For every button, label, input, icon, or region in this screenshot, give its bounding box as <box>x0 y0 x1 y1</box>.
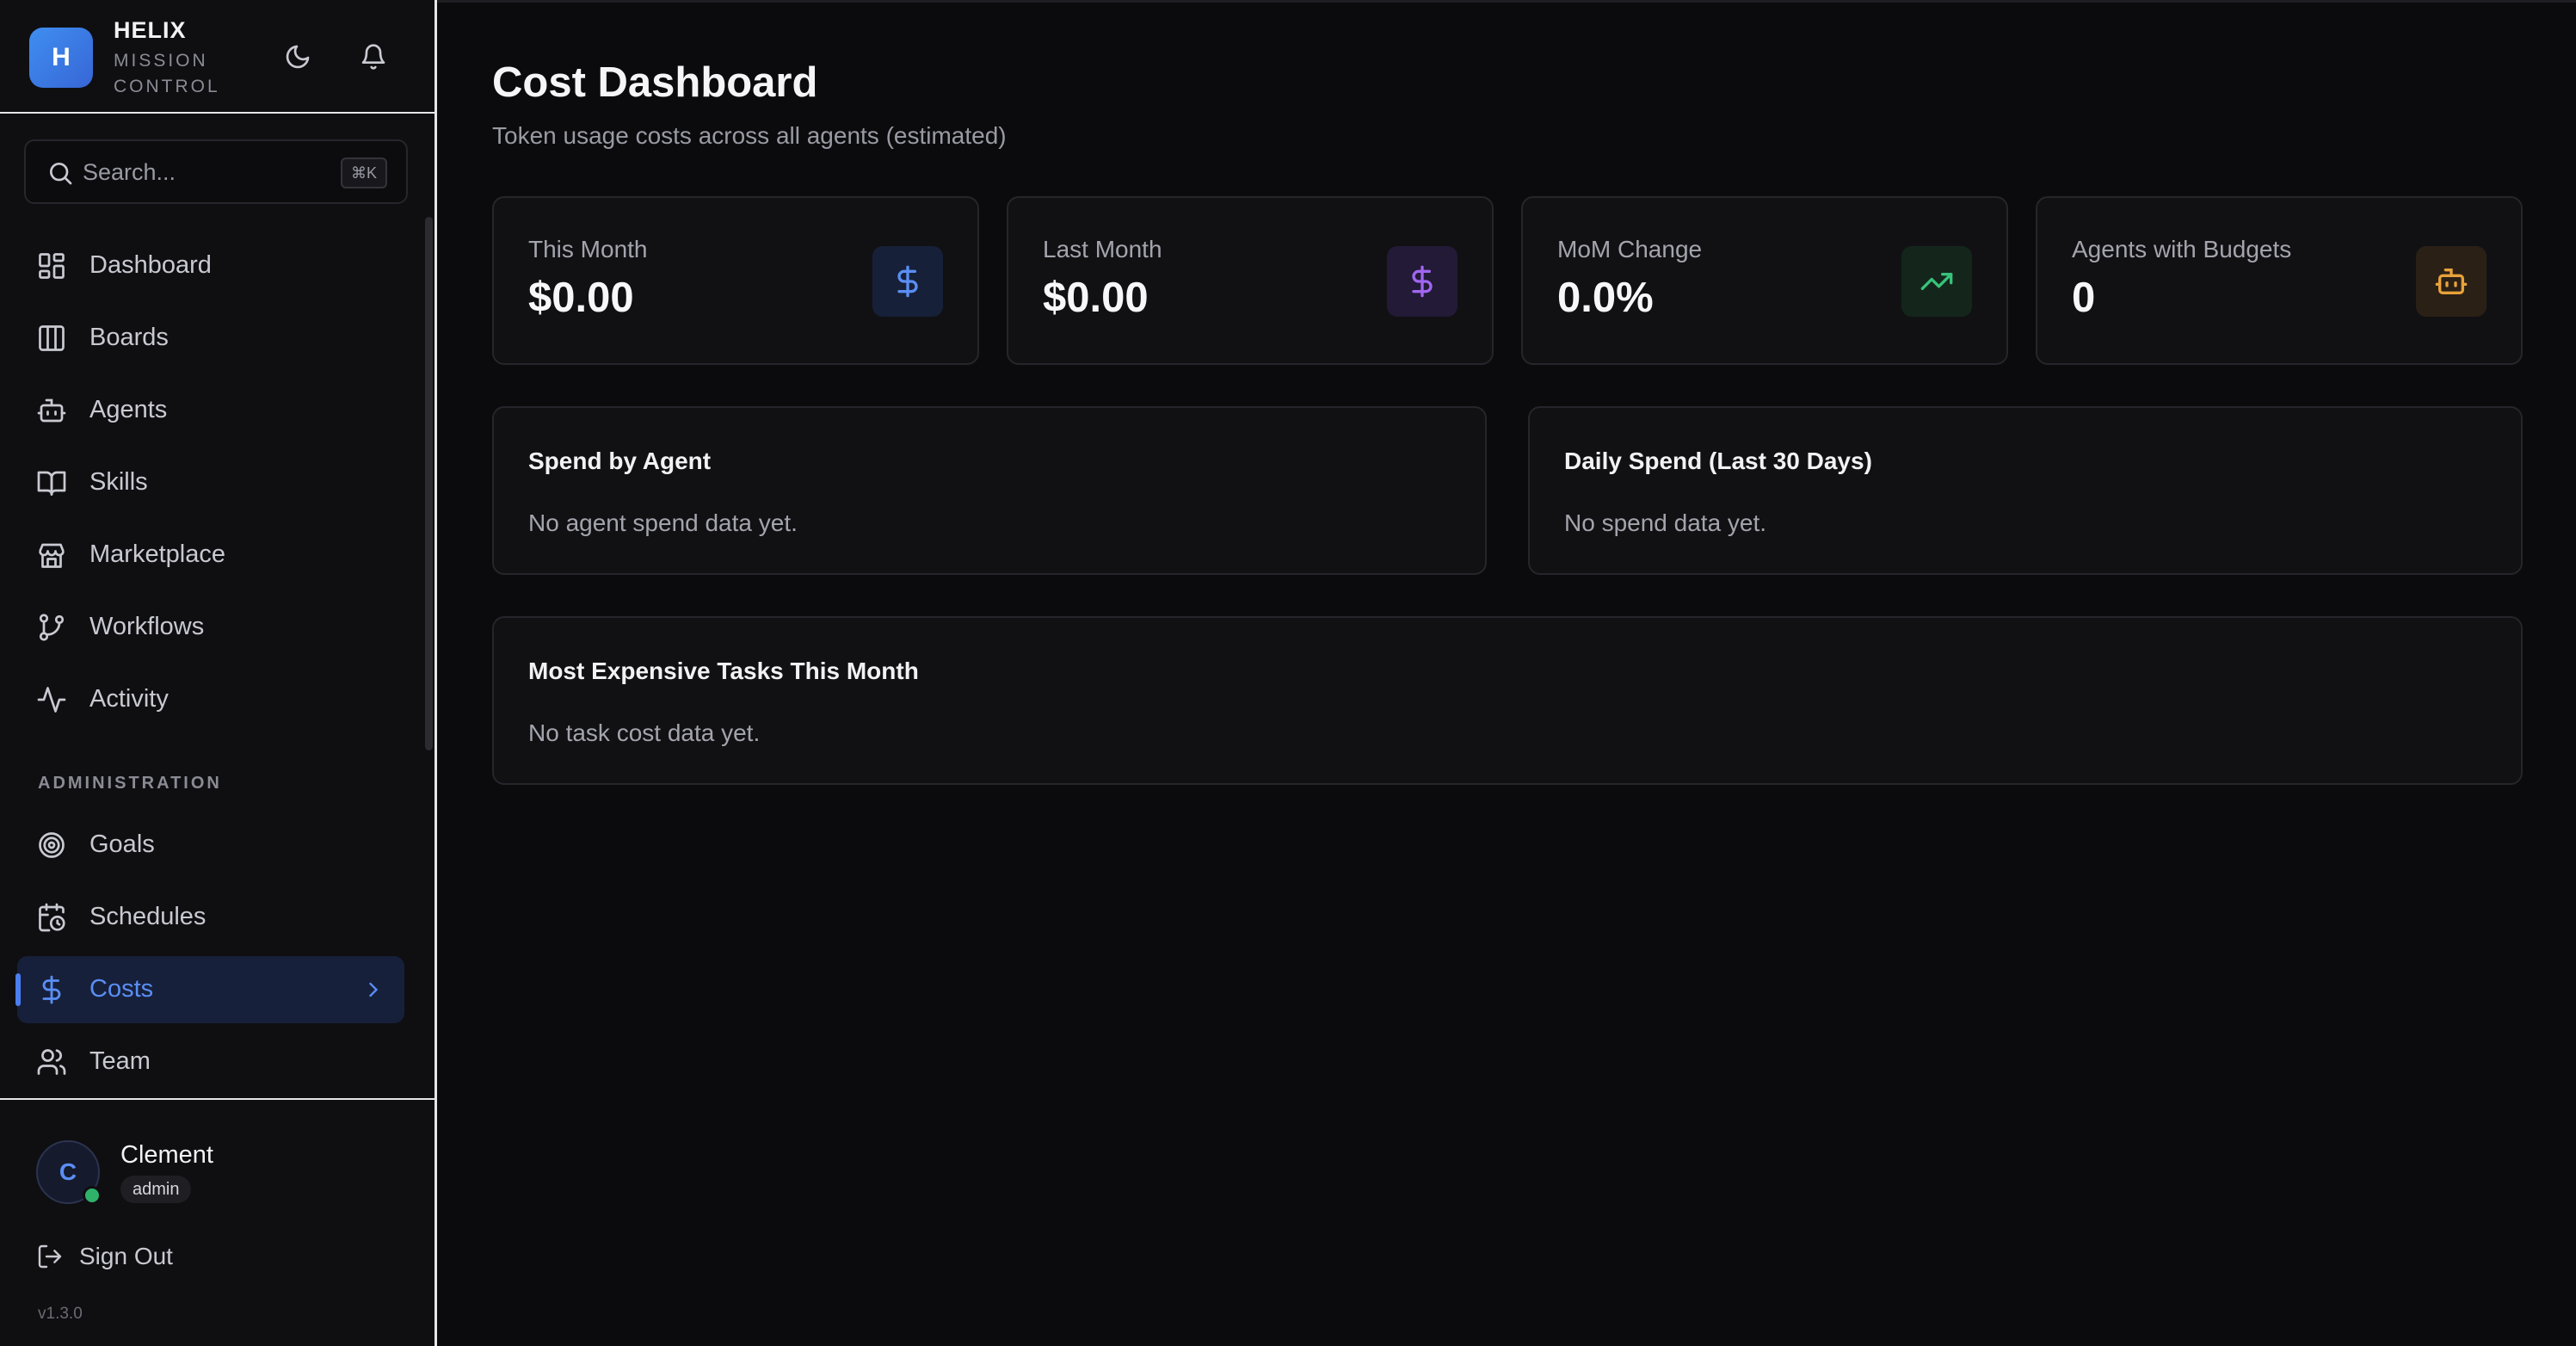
stat-value: 0.0% <box>1557 275 1654 321</box>
sidebar-item-label: Activity <box>89 685 169 713</box>
panel-daily-spend: Daily Spend (Last 30 Days) No spend data… <box>1528 406 2523 575</box>
columns-icon <box>36 323 67 354</box>
sidebar-item-goals[interactable]: Goals <box>17 812 404 879</box>
dashboard-icon <box>36 250 67 281</box>
users-icon <box>36 1047 67 1077</box>
sidebar-item-agents[interactable]: Agents <box>17 377 404 444</box>
sidebar-item-label: Schedules <box>89 903 206 930</box>
calendar-clock-icon <box>36 902 67 933</box>
stat-value: 0 <box>2072 275 2096 321</box>
git-branch-icon <box>36 612 67 643</box>
stat-label: This Month <box>528 236 648 262</box>
trending-up-icon <box>1901 246 1972 317</box>
bot-icon <box>2416 246 2487 317</box>
moon-icon[interactable] <box>280 40 315 74</box>
bot-icon <box>36 395 67 426</box>
app-root: H HELIX MISSION CONTROL ⌘K Dashboard Boa… <box>0 0 2576 1346</box>
panel-most-expensive-tasks: Most Expensive Tasks This Month No task … <box>492 616 2523 785</box>
sidebar: H HELIX MISSION CONTROL ⌘K Dashboard Boa… <box>0 0 437 1346</box>
sidebar-item-label: Costs <box>89 975 154 1003</box>
dollar-icon <box>872 246 943 317</box>
panel-spend-by-agent: Spend by Agent No agent spend data yet. <box>492 406 1487 575</box>
brand-name: HELIX <box>114 17 187 43</box>
activity-icon <box>36 684 67 715</box>
sidebar-item-costs[interactable]: Costs <box>15 956 404 1023</box>
stat-card-mom-change: MoM Change 0.0% <box>1521 196 2008 365</box>
sidebar-item-workflows[interactable]: Workflows <box>17 594 404 661</box>
top-border <box>437 0 2576 3</box>
sidebar-item-dashboard[interactable]: Dashboard <box>17 232 404 299</box>
role-badge: admin <box>120 1176 192 1203</box>
book-icon <box>36 467 67 498</box>
brand-logo[interactable]: H <box>29 28 93 88</box>
panel-title: Daily Spend (Last 30 Days) <box>1564 448 1872 474</box>
search-input[interactable] <box>83 153 324 191</box>
stat-card-this-month: This Month $0.00 <box>492 196 979 365</box>
sidebar-scrollbar[interactable] <box>425 217 433 750</box>
sidebar-item-label: Goals <box>89 830 155 858</box>
stat-label: Last Month <box>1043 236 1162 262</box>
search-shortcut-badge: ⌘K <box>340 157 387 188</box>
sidebar-item-boards[interactable]: Boards <box>17 305 404 372</box>
target-icon <box>36 830 67 861</box>
active-indicator <box>15 973 21 1006</box>
stat-label: Agents with Budgets <box>2072 236 2292 262</box>
sidebar-item-label: Agents <box>89 396 168 423</box>
empty-state-text: No task cost data yet. <box>528 719 761 746</box>
user-panel: C Clement admin Sign Out v1.3.0 <box>0 1098 434 1346</box>
sidebar-item-activity[interactable]: Activity <box>17 666 404 733</box>
empty-state-text: No agent spend data yet. <box>528 509 798 536</box>
brand-subtitle: MISSION CONTROL <box>114 51 220 96</box>
dollar-icon <box>1387 246 1457 317</box>
user-name: Clement <box>120 1141 213 1169</box>
sidebar-item-skills[interactable]: Skills <box>17 449 404 516</box>
chevron-right-icon <box>369 982 379 997</box>
bell-icon[interactable] <box>356 40 391 74</box>
logout-icon <box>38 1244 62 1269</box>
empty-state-text: No spend data yet. <box>1564 509 1767 536</box>
sign-out-button[interactable]: Sign Out <box>36 1238 173 1275</box>
sidebar-item-label: Team <box>89 1047 151 1075</box>
search-icon <box>50 163 72 185</box>
section-label-administration: ADMINISTRATION <box>38 774 222 793</box>
brand-header: H HELIX MISSION CONTROL <box>0 0 434 114</box>
app-version: v1.3.0 <box>38 1305 83 1323</box>
stat-card-last-month: Last Month $0.00 <box>1007 196 1494 365</box>
sidebar-item-label: Dashboard <box>89 251 212 279</box>
sidebar-item-schedules[interactable]: Schedules <box>17 884 404 951</box>
sidebar-item-label: Boards <box>89 324 169 351</box>
search-box[interactable]: ⌘K <box>24 139 408 204</box>
stat-label: MoM Change <box>1557 236 1703 262</box>
panel-title: Spend by Agent <box>528 448 712 474</box>
page-subtitle: Token usage costs across all agents (est… <box>492 122 1007 149</box>
stat-value: $0.00 <box>528 275 634 321</box>
store-icon <box>36 540 67 571</box>
sign-out-label: Sign Out <box>79 1243 173 1269</box>
page-title: Cost Dashboard <box>492 59 818 106</box>
stat-value: $0.00 <box>1043 275 1149 321</box>
sidebar-item-label: Skills <box>89 468 148 496</box>
stat-card-agents-with-budgets: Agents with Budgets 0 <box>2036 196 2523 365</box>
panel-title: Most Expensive Tasks This Month <box>528 658 919 684</box>
sidebar-item-label: Workflows <box>89 613 205 640</box>
dollar-icon <box>36 974 67 1005</box>
sidebar-item-team[interactable]: Team <box>17 1028 404 1096</box>
sidebar-item-label: Marketplace <box>89 540 225 568</box>
online-status-dot <box>83 1186 102 1205</box>
sidebar-item-marketplace[interactable]: Marketplace <box>17 522 404 589</box>
